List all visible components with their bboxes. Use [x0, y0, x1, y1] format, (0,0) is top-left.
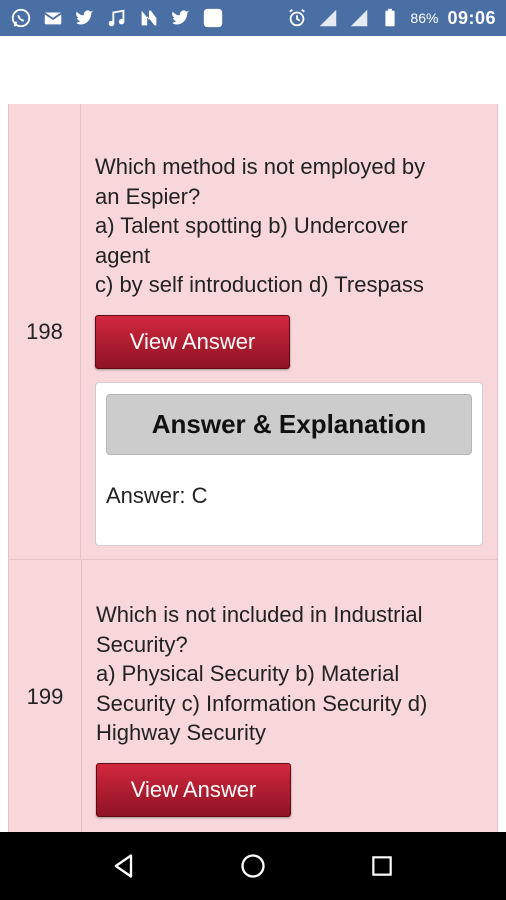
answer-panel: Answer & Explanation Answer: C	[95, 381, 483, 546]
status-bar: 86% 09:06	[0, 0, 506, 36]
app-square-icon	[202, 7, 224, 29]
whatsapp-icon	[10, 7, 32, 29]
question-cell: Which method is not employed by an Espie…	[81, 104, 497, 559]
music-icon	[106, 7, 128, 29]
app-bar	[0, 36, 506, 104]
question-cell: Which is not included in Industrial Secu…	[82, 560, 497, 832]
alarm-icon	[286, 7, 308, 29]
question-number: 199	[9, 560, 82, 832]
twitter-icon	[170, 7, 192, 29]
question-row: 199 Which is not included in Industrial …	[9, 559, 497, 832]
view-answer-button[interactable]: View Answer	[96, 762, 291, 817]
battery-percent: 86%	[410, 10, 439, 26]
mail-icon	[42, 7, 64, 29]
twitter-icon	[74, 7, 96, 29]
signal-icon	[317, 7, 339, 29]
question-text: Which method is not employed by an Espie…	[95, 154, 426, 297]
clock: 09:06	[447, 7, 496, 28]
recents-icon[interactable]	[362, 846, 402, 886]
question-row: 198 Which method is not employed by an E…	[9, 104, 497, 559]
battery-icon	[379, 7, 401, 29]
view-answer-button[interactable]: View Answer	[95, 314, 290, 369]
questions-table: 198 Which method is not employed by an E…	[8, 104, 498, 832]
back-icon[interactable]	[104, 846, 144, 886]
answer-text: Answer: C	[106, 482, 208, 508]
navigation-bar	[0, 832, 506, 900]
home-icon[interactable]	[233, 846, 273, 886]
question-number: 198	[9, 104, 81, 559]
question-list[interactable]: 198 Which method is not employed by an E…	[0, 104, 506, 832]
news-icon	[138, 7, 160, 29]
answer-explanation-header[interactable]: Answer & Explanation	[106, 393, 472, 455]
question-text: Which is not included in Industrial Secu…	[96, 602, 428, 745]
signal-icon	[348, 7, 370, 29]
